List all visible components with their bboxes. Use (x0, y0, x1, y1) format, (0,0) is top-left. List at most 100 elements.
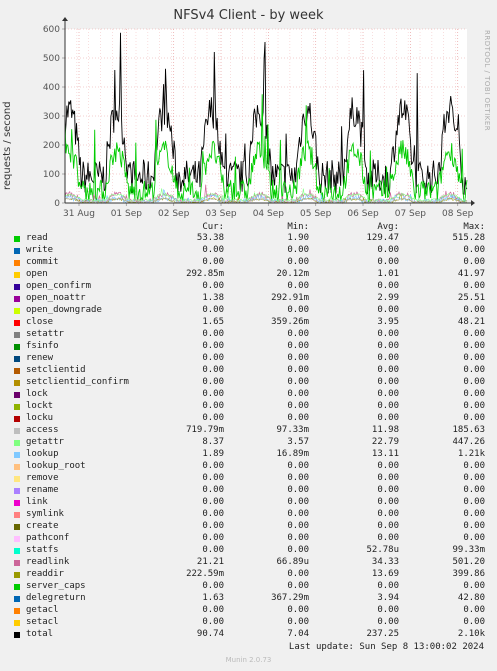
x-tick-label: 01 Sep (111, 209, 143, 219)
legend-name: read (26, 233, 48, 243)
legend-cur: 0.00 (202, 413, 224, 423)
legend-name: write (26, 245, 54, 255)
legend-cur: 0.00 (202, 365, 224, 375)
legend-swatch (14, 284, 20, 290)
legend-row-getattr: getattr 8.37 3.57 22.79 447.26 (13, 437, 493, 449)
legend-cur: 1.65 (202, 317, 224, 327)
legend-swatch (14, 296, 20, 302)
legend-name: server_caps (26, 581, 86, 591)
legend-swatch (14, 560, 20, 566)
legend-min: 16.89m (276, 449, 309, 459)
legend-name: open (26, 269, 48, 279)
legend-cur: 0.00 (202, 581, 224, 591)
legend-max: 515.28 (452, 233, 485, 243)
legend-cur: 222.59m (186, 569, 224, 579)
legend-cur: 0.00 (202, 341, 224, 351)
legend-name: remove (26, 473, 59, 483)
legend-row-write: write 0.00 0.00 0.00 0.00 (13, 245, 493, 257)
legend-swatch (14, 272, 20, 278)
legend-avg: 52.78u (366, 545, 399, 555)
legend-name: getattr (26, 437, 64, 447)
legend-avg: 2.99 (377, 293, 399, 303)
legend-max: 0.00 (463, 401, 485, 411)
x-tick-label: 31 Aug (63, 209, 95, 219)
legend-min: 292.91m (271, 293, 309, 303)
legend-min: 359.26m (271, 317, 309, 327)
legend-max: 0.00 (463, 605, 485, 615)
legend-max: 0.00 (463, 389, 485, 399)
legend-name: fsinfo (26, 341, 59, 351)
legend-avg: 0.00 (377, 305, 399, 315)
legend-cur: 0.00 (202, 509, 224, 519)
legend-max: 0.00 (463, 365, 485, 375)
legend-max: 0.00 (463, 305, 485, 315)
legend-min: 0.00 (287, 461, 309, 471)
legend-min: 66.89u (276, 557, 309, 567)
legend-min: 0.00 (287, 365, 309, 375)
x-tick-label: 08 Sep (442, 209, 474, 219)
y-tick-label: 200 (43, 141, 60, 151)
legend-avg: 0.00 (377, 281, 399, 291)
legend-max: 99.33m (452, 545, 485, 555)
legend-row-total: total 90.74 7.04 237.25 2.10k (13, 629, 493, 641)
legend-swatch (14, 464, 20, 470)
legend-cur: 1.38 (202, 293, 224, 303)
legend-max: 0.00 (463, 509, 485, 519)
legend-avg: 0.00 (377, 257, 399, 267)
legend-max: 0.00 (463, 341, 485, 351)
legend-row-open-downgrade: open_downgrade 0.00 0.00 0.00 0.00 (13, 305, 493, 317)
legend-swatch (14, 380, 20, 386)
legend-row-close: close 1.65 359.26m 3.95 48.21 (13, 317, 493, 329)
legend-min: 3.57 (287, 437, 309, 447)
legend-max: 0.00 (463, 245, 485, 255)
legend-cur: 0.00 (202, 389, 224, 399)
legend-cur: 21.21 (196, 557, 224, 567)
legend-cur: 0.00 (202, 245, 224, 255)
legend-name: getacl (26, 605, 59, 615)
legend-row-read: read 53.38 1.90 129.47 515.28 (13, 233, 493, 245)
x-tick-label: 07 Sep (395, 209, 427, 219)
legend-avg: 0.00 (377, 461, 399, 471)
legend-row-symlink: symlink 0.00 0.00 0.00 0.00 (13, 509, 493, 521)
legend-avg: 0.00 (377, 521, 399, 531)
x-axis-arrow (471, 200, 475, 206)
legend-swatch (14, 620, 20, 626)
legend-cur: 8.37 (202, 437, 224, 447)
legend-cur: 0.00 (202, 461, 224, 471)
legend-cur: 0.00 (202, 281, 224, 291)
legend-swatch (14, 392, 20, 398)
legend-max: 501.20 (452, 557, 485, 567)
legend-min: 0.00 (287, 413, 309, 423)
legend-max: 0.00 (463, 533, 485, 543)
x-tick-label: 02 Sep (158, 209, 190, 219)
legend-row-statfs: statfs 0.00 0.00 52.78u 99.33m (13, 545, 493, 557)
legend-cur: 0.00 (202, 305, 224, 315)
legend-avg: 0.00 (377, 413, 399, 423)
legend-cur: 0.00 (202, 377, 224, 387)
legend-min: 0.00 (287, 497, 309, 507)
legend-swatch (14, 524, 20, 530)
legend-avg: 0.00 (377, 485, 399, 495)
legend-avg: 0.00 (377, 401, 399, 411)
legend-name: open_downgrade (26, 305, 102, 315)
legend-max: 2.10k (457, 629, 485, 639)
legend-min: 0.00 (287, 473, 309, 483)
legend-name: lockt (26, 401, 54, 411)
legend-swatch (14, 368, 20, 374)
legend-max: 0.00 (463, 329, 485, 339)
legend-row-server-caps: server_caps 0.00 0.00 0.00 0.00 (13, 581, 493, 593)
legend-swatch (14, 500, 20, 506)
legend-max: 1.21k (457, 449, 485, 459)
legend-row-readdir: readdir 222.59m 0.00 13.69 399.86 (13, 569, 493, 581)
legend-min: 0.00 (287, 257, 309, 267)
legend-cur: 0.00 (202, 521, 224, 531)
legend-max: 447.26 (452, 437, 485, 447)
legend-swatch (14, 308, 20, 314)
header-avg: Avg: (377, 222, 399, 232)
legend-avg: 13.11 (371, 449, 399, 459)
legend-row-setclientid-confirm: setclientid_confirm 0.00 0.00 0.00 0.00 (13, 377, 493, 389)
legend-max: 0.00 (463, 377, 485, 387)
legend-swatch (14, 428, 20, 434)
legend-max: 0.00 (463, 485, 485, 495)
legend-name: lookup_root (26, 461, 86, 471)
